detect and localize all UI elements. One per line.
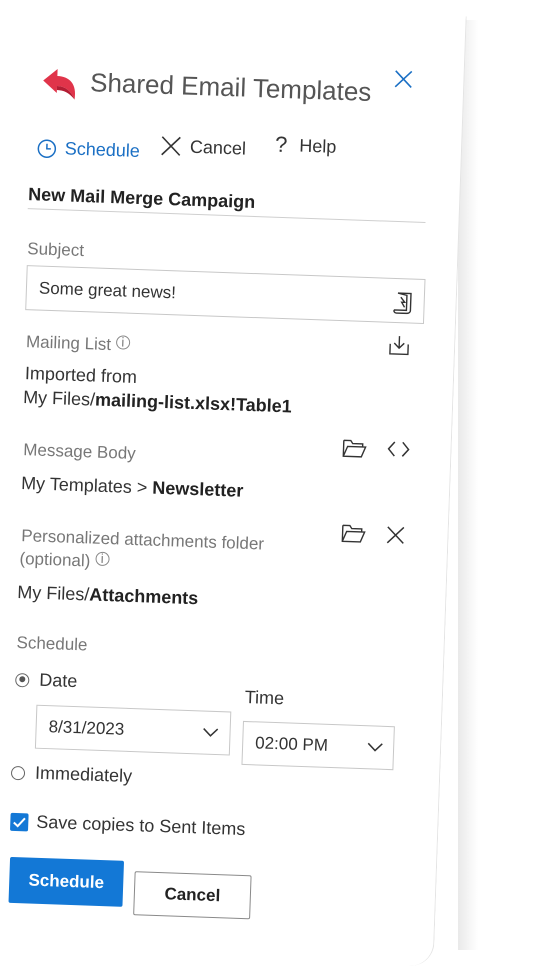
message-body-template: Newsletter — [151, 477, 244, 501]
clock-icon — [37, 138, 58, 159]
mailing-list-line1: Imported from — [24, 363, 138, 388]
save-copies-label: Save copies to Sent Items — [35, 811, 246, 840]
mailing-list-label-text: Mailing List — [25, 332, 112, 355]
attachments-clear-icon[interactable] — [386, 526, 405, 545]
code-brackets-icon[interactable] — [387, 441, 410, 458]
date-radio-option[interactable]: Date — [15, 669, 78, 692]
attachments-folder: Attachments — [88, 584, 199, 609]
date-radio-label: Date — [38, 669, 78, 692]
cancel-x-icon — [160, 135, 183, 158]
import-download-icon[interactable] — [388, 334, 411, 357]
message-body-label: Message Body — [22, 440, 137, 464]
folder-open-icon[interactable] — [342, 438, 367, 459]
mailing-list-file: mailing-list.xlsx!Table1 — [94, 389, 293, 417]
subject-value: Some great news! — [38, 278, 177, 303]
help-toolbar-label: Help — [299, 135, 337, 157]
info-icon: i — [94, 551, 110, 567]
question-icon: ? — [274, 131, 288, 158]
attachments-path-prefix: My Files/ — [17, 581, 90, 605]
help-toolbar-button[interactable]: ? Help — [275, 132, 337, 160]
chevron-down-icon — [202, 728, 219, 739]
mailing-list-path: My Files/mailing-list.xlsx!Table1 — [23, 387, 292, 417]
time-label: Time — [244, 686, 285, 709]
chevron-down-icon — [367, 742, 383, 753]
schedule-label: Schedule — [16, 632, 88, 655]
cancel-button[interactable]: Cancel — [133, 871, 252, 920]
date-radio[interactable] — [15, 672, 30, 687]
save-copies-option[interactable]: Save copies to Sent Items — [10, 811, 246, 840]
time-picker[interactable]: 02:00 PM — [241, 720, 395, 771]
subject-label: Subject — [27, 239, 85, 261]
immediately-radio-option[interactable]: Immediately — [10, 762, 133, 787]
task-pane: Shared Email Templates Schedule Cancel ?… — [0, 0, 467, 967]
close-icon[interactable] — [394, 70, 413, 89]
attachments-label-line2-text: (optional) — [19, 549, 91, 571]
mailing-list-label: Mailing List i — [25, 332, 131, 356]
immediately-radio[interactable] — [10, 765, 26, 780]
cancel-toolbar-button[interactable]: Cancel — [160, 135, 247, 160]
schedule-toolbar-label: Schedule — [64, 138, 141, 161]
subject-input[interactable]: Some great news! — [25, 265, 426, 324]
immediately-radio-label: Immediately — [34, 762, 133, 787]
date-value: 8/31/2023 — [48, 717, 125, 739]
schedule-toolbar-button[interactable]: Schedule — [36, 137, 140, 162]
mailing-list-path-prefix: My Files/ — [22, 387, 96, 410]
save-copies-checkbox[interactable] — [10, 812, 29, 831]
message-body-path: My Templates > Newsletter — [21, 473, 244, 502]
app-title: Shared Email Templates — [89, 67, 372, 108]
cancel-toolbar-label: Cancel — [189, 136, 247, 159]
attachments-path: My Files/Attachments — [17, 582, 199, 609]
reply-arrow-logo-icon — [38, 64, 79, 105]
message-body-path-prefix: My Templates > — [20, 473, 153, 498]
info-icon: i — [115, 334, 131, 350]
schedule-button[interactable]: Schedule — [8, 856, 125, 907]
attachments-label-line2: (optional) i — [19, 549, 110, 572]
scroll-template-icon[interactable] — [392, 290, 415, 315]
time-value: 02:00 PM — [254, 733, 329, 755]
attachments-folder-icon[interactable] — [341, 523, 366, 544]
date-picker[interactable]: 8/31/2023 — [34, 704, 232, 756]
